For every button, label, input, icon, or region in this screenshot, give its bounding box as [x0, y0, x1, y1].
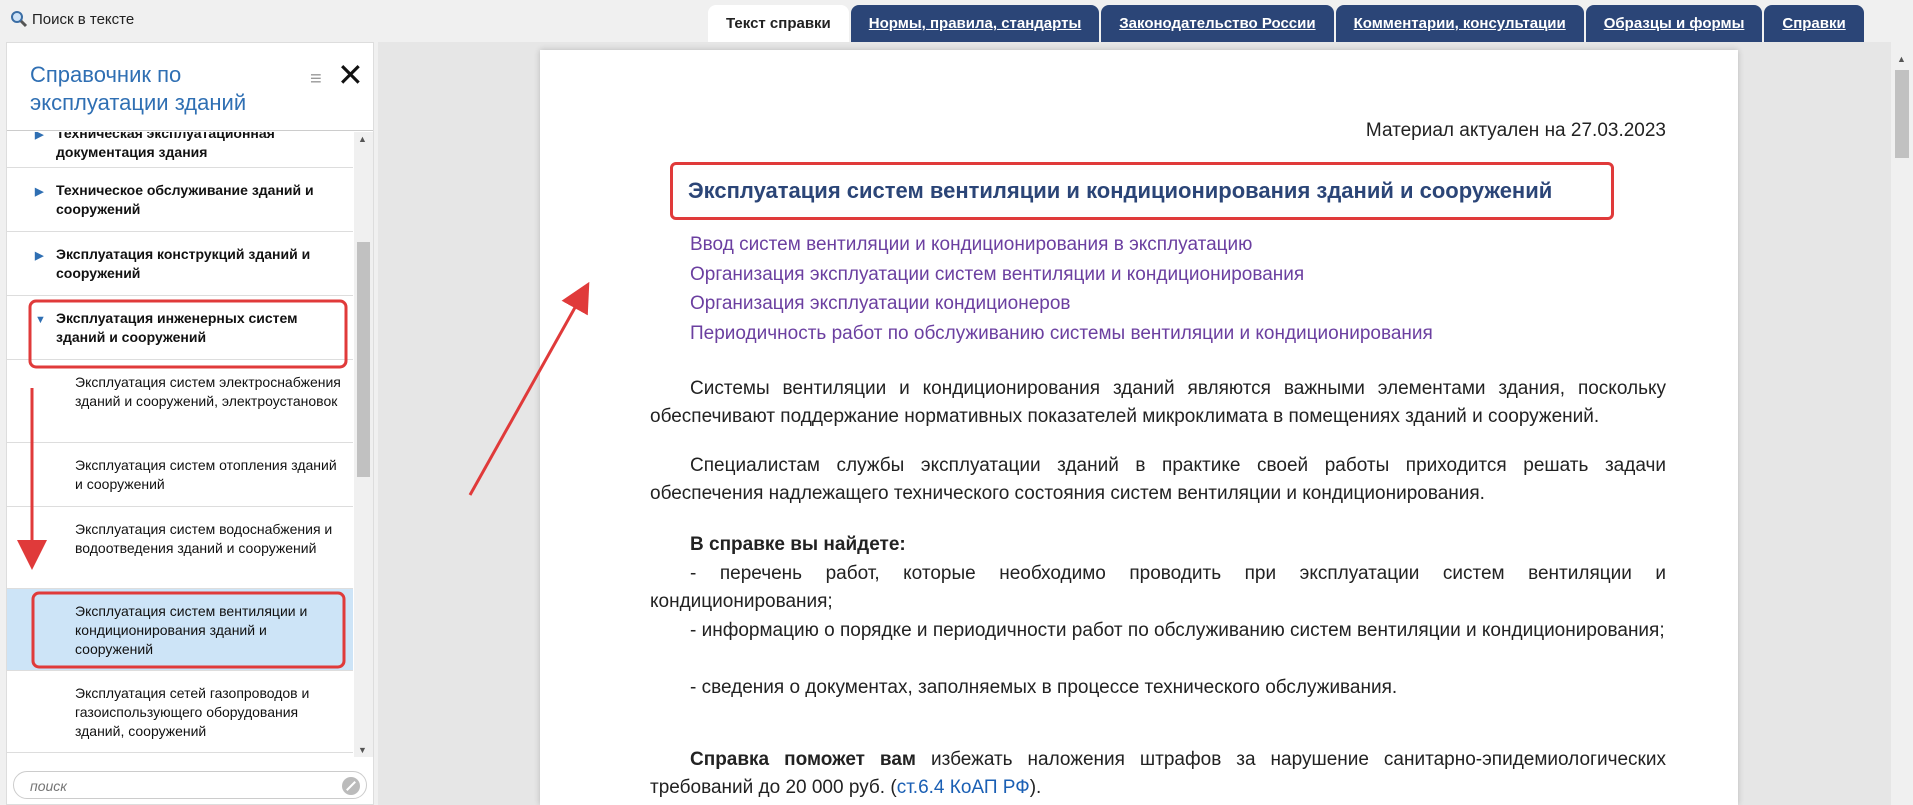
magnifier-icon	[11, 11, 28, 28]
sidebar-item-label: Эксплуатация сетей газопроводов и газоис…	[75, 685, 310, 739]
sidebar-header: Справочник по эксплуатации зданий ≡ ✕	[7, 43, 373, 131]
sidebar-item-label: Эксплуатация конструкций зданий и сооруж…	[56, 246, 311, 281]
sidebar-tree: ▶ Техническая эксплуатационная документа…	[7, 132, 353, 757]
sidebar-item-maintenance[interactable]: ▶ Техническое обслуживание зданий и соор…	[7, 168, 353, 232]
sidebar-item-documentation[interactable]: ▶ Техническая эксплуатационная документа…	[7, 132, 353, 168]
content-scrollbar[interactable]: ▲	[1891, 50, 1913, 805]
collapse-arrow-icon: ▼	[35, 314, 46, 326]
paragraph: Специалистам службы эксплуатации зданий …	[650, 452, 1666, 507]
tab-norms[interactable]: Нормы, правила, стандарты	[850, 5, 1100, 42]
find-item: - информацию о порядке и периодичности р…	[650, 617, 1666, 645]
close-icon[interactable]: ✕	[337, 59, 364, 91]
paragraph-text: Системы вентиляции и кондиционирования з…	[650, 378, 1666, 427]
top-bar: Поиск в тексте Текст справки Нормы, прав…	[0, 0, 1913, 42]
menu-icon[interactable]: ≡	[310, 68, 322, 91]
search-in-text-button[interactable]: Поиск в тексте	[10, 10, 134, 28]
sidebar-item-label: Эксплуатация инженерных систем зданий и …	[56, 310, 298, 345]
tab-bar: Текст справки Нормы, правила, стандарты …	[708, 5, 1866, 42]
paragraph: Системы вентиляции и кондиционирования з…	[650, 375, 1666, 430]
sidebar-item-label: Эксплуатация систем отопления зданий и с…	[75, 457, 337, 492]
sidebar-item-label: Техническое обслуживание зданий и сооруж…	[56, 182, 314, 217]
toc-link[interactable]: Ввод систем вентиляции и кондиционирован…	[690, 230, 1433, 260]
law-link[interactable]: ст.6.4 КоАП РФ	[897, 777, 1030, 798]
tab-comments[interactable]: Комментарии, консультации	[1335, 5, 1584, 42]
find-item-text: - перечень работ, которые необходимо про…	[650, 563, 1666, 612]
find-item-text: - информацию о порядке и периодичности р…	[690, 620, 1665, 641]
find-heading: В справке вы найдете:	[650, 531, 1666, 559]
expand-arrow-icon: ▶	[35, 250, 44, 262]
find-item: - сведения о документах, заполняемых в п…	[650, 674, 1666, 702]
sidebar-item-label: Эксплуатация систем водоснабжения и водо…	[75, 521, 333, 556]
sidebar-item-electric[interactable]: Эксплуатация систем электроснабжения зда…	[7, 360, 353, 443]
scroll-down-icon[interactable]: ▼	[358, 745, 367, 755]
tab-legislation[interactable]: Законодательство России	[1101, 5, 1334, 42]
sidebar-search	[13, 771, 367, 799]
toc-link[interactable]: Организация эксплуатации кондиционеров	[690, 289, 1433, 319]
content-scroll-thumb[interactable]	[1895, 70, 1909, 158]
sidebar-item-label: Эксплуатация систем электроснабжения зда…	[75, 374, 341, 409]
clear-search-icon[interactable]	[342, 777, 360, 795]
find-item: - перечень работ, которые необходимо про…	[650, 560, 1666, 615]
sidebar: Справочник по эксплуатации зданий ≡ ✕ ▶ …	[6, 42, 374, 805]
scroll-up-icon[interactable]: ▲	[358, 134, 367, 144]
sidebar-item-heating[interactable]: Эксплуатация систем отопления зданий и с…	[7, 443, 353, 507]
sidebar-search-input[interactable]	[28, 776, 328, 796]
sidebar-item-water[interactable]: Эксплуатация систем водоснабжения и водо…	[7, 507, 353, 589]
sidebar-item-label: Эксплуатация систем вентиляции и кондици…	[75, 603, 308, 657]
sidebar-title: Справочник по эксплуатации зданий	[30, 62, 247, 115]
expand-arrow-icon: ▶	[35, 186, 44, 198]
find-item-text: - сведения о документах, заполняемых в п…	[690, 677, 1398, 698]
document-title: Эксплуатация систем вентиляции и кондици…	[688, 178, 1553, 203]
sidebar-item-structures[interactable]: ▶ Эксплуатация конструкций зданий и соор…	[7, 232, 353, 296]
sidebar-item-label: Техническая эксплуатационная документаци…	[56, 132, 275, 160]
sidebar-item-engineering-systems[interactable]: ▼ Эксплуатация инженерных систем зданий …	[7, 296, 353, 360]
help-end-text: ).	[1029, 776, 1042, 798]
material-date: Материал актуален на 27.03.2023	[1365, 120, 1666, 141]
find-heading-text: В справке вы найдете:	[690, 534, 906, 555]
toc-link[interactable]: Организация эксплуатации систем вентиляц…	[690, 260, 1433, 290]
help-paragraph: Справка поможет вам избежать наложения ш…	[650, 746, 1666, 801]
help-bold-text: Справка поможет вам	[690, 749, 916, 770]
expand-arrow-icon: ▶	[35, 132, 44, 141]
scroll-up-icon[interactable]: ▲	[1897, 54, 1906, 64]
sidebar-item-gas[interactable]: Эксплуатация сетей газопроводов и газоис…	[7, 671, 353, 753]
paragraph-text: Специалистам службы эксплуатации зданий …	[650, 455, 1666, 504]
document-page: Материал актуален на 27.03.2023 Эксплуат…	[540, 50, 1738, 805]
search-in-text-label: Поиск в тексте	[32, 10, 135, 28]
sidebar-scrollbar[interactable]: ▲ ▼	[354, 132, 373, 757]
table-of-contents: Ввод систем вентиляции и кондиционирован…	[690, 230, 1433, 348]
tab-samples[interactable]: Образцы и формы	[1585, 5, 1763, 42]
toc-link[interactable]: Периодичность работ по обслуживанию сист…	[690, 319, 1433, 349]
sidebar-scroll-thumb[interactable]	[357, 242, 370, 477]
sidebar-item-ventilation[interactable]: Эксплуатация систем вентиляции и кондици…	[7, 589, 353, 671]
tab-references[interactable]: Справки	[1764, 5, 1864, 42]
tab-reference-text[interactable]: Текст справки	[708, 5, 849, 42]
